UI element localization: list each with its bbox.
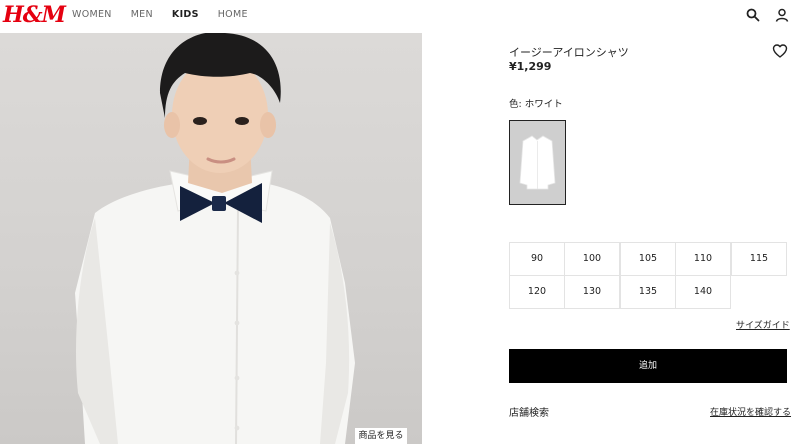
nav-women[interactable]: WOMEN [72,9,112,21]
size-option[interactable]: 100 [564,242,620,276]
nav-home[interactable]: HOME [218,9,248,21]
size-option[interactable]: 120 [509,275,565,309]
size-option[interactable]: 90 [509,242,565,276]
size-option[interactable]: 140 [675,275,731,309]
size-option[interactable]: 110 [675,242,731,276]
size-option[interactable]: 130 [564,275,620,309]
size-selector: 90 100 105 110 115 120 130 135 140 [509,242,787,310]
hm-logo[interactable]: H&M [3,2,66,28]
account-icon[interactable] [774,7,790,23]
nav-men[interactable]: MEN [131,9,153,21]
view-product-button[interactable]: 商品を見る [355,428,407,444]
site-header: H&M WOMEN MEN KIDS HOME [0,0,800,33]
color-label: 色: ホワイト [509,99,563,110]
size-option[interactable]: 115 [731,242,787,276]
product-image[interactable]: 商品を見る [0,33,422,444]
size-option[interactable]: 135 [620,275,676,309]
size-guide-link[interactable]: サイズガイド [736,320,790,332]
product-title: イージーアイロンシャツ [509,46,629,59]
color-swatch-white[interactable] [509,120,566,205]
check-stock-link[interactable]: 在庫状況を確認する [710,407,791,419]
product-photo-illustration [75,33,355,444]
search-icon[interactable] [745,7,761,23]
add-to-bag-button[interactable]: 追加 [509,349,787,383]
nav-kids[interactable]: KIDS [172,9,199,21]
size-option[interactable]: 105 [620,242,676,276]
main-nav: WOMEN MEN KIDS HOME [72,9,248,21]
store-search-heading: 店舗検索 [509,408,549,419]
favorite-heart-icon[interactable] [772,43,788,59]
shirt-thumbnail-icon [519,135,556,190]
product-price: ¥1,299 [509,60,552,73]
